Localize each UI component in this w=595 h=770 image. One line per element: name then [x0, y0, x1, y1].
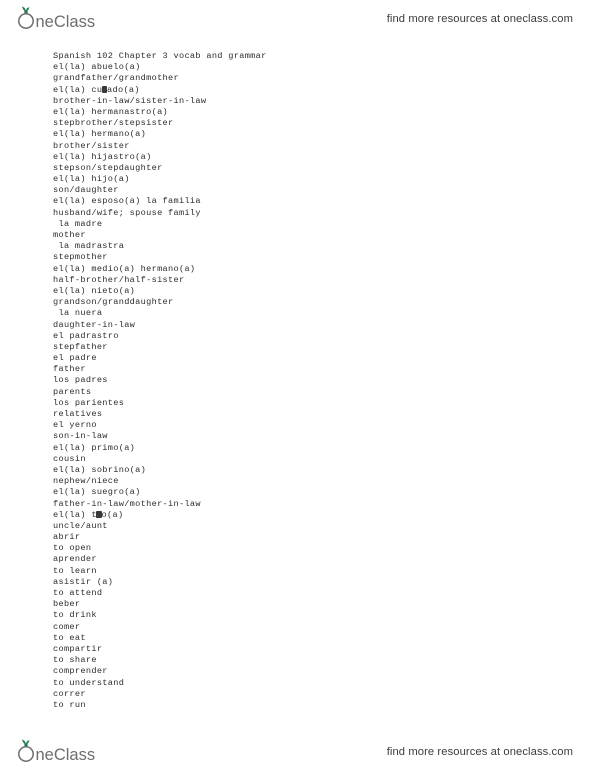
document-text-line: el(la) abuelo(a)	[53, 62, 141, 73]
sprout-leaf-icon	[22, 6, 30, 14]
document-text-line: el(la) medio(a) hermano(a)	[53, 263, 196, 274]
sprout-leaf-icon	[22, 739, 30, 747]
footer-promo-text: find more resources at oneclass.com	[386, 746, 573, 758]
document-text-line: la madre	[53, 218, 103, 229]
document-text-line: stepbrother/stepsister	[53, 118, 174, 129]
document-text-line: husband/wife; spouse family	[53, 207, 201, 218]
document-text-line: el padrastro	[53, 330, 119, 341]
header-promo-text: find more resources at oneclass.com	[386, 13, 573, 25]
document-text-line: mother	[53, 230, 86, 240]
document-text-line: parents	[53, 386, 92, 397]
svg-text:neClass: neClass	[36, 13, 96, 31]
document-text-line: la madrastra	[53, 241, 125, 252]
document-text-line: beber	[53, 599, 81, 610]
document-text-line: son-in-law	[53, 431, 108, 442]
document-text-line: abrir	[53, 532, 81, 543]
document-text-line: el padre	[53, 353, 97, 364]
document-text-line: father-in-law/mother-in-law	[53, 498, 201, 509]
document-text-line: to drink	[53, 610, 97, 621]
document-text-line: la nuera	[53, 308, 103, 319]
document-text-line: to understand	[53, 677, 125, 688]
svg-text:neClass: neClass	[36, 746, 96, 764]
document-text-line: son/daughter	[53, 185, 119, 196]
document-text-line: el(la) hijo(a)	[53, 174, 130, 185]
page-footer: neClass find more resources at oneclass.…	[0, 735, 595, 769]
document-text-line: nephew/niece	[53, 476, 119, 487]
document-text-line: to attend	[53, 588, 103, 598]
document-text-line: el(la) t o(a)	[53, 509, 124, 520]
document-text-line: to eat	[53, 632, 86, 643]
missing-glyph-icon	[101, 85, 108, 93]
document-text-line: correr	[53, 688, 86, 699]
document-text-line: brother-in-law/sister-in-law	[53, 95, 207, 106]
document-text-line: el(la) esposo(a) la familia	[53, 196, 201, 207]
document-title-line: Spanish 102 Chapter 3 vocab and grammar	[53, 51, 267, 61]
missing-glyph-icon	[96, 510, 102, 518]
document-text-line: los padres	[53, 375, 108, 386]
document-text-line: aprender	[53, 554, 97, 565]
document-text-line: daughter-in-law	[53, 319, 136, 330]
document-text-line: el(la) hermanastro(a)	[53, 106, 169, 117]
oneclass-logo-header[interactable]: neClass	[14, 6, 126, 32]
document-text-line: compartir	[53, 643, 103, 654]
document-text-line: el(la) nieto(a)	[53, 285, 136, 296]
document-text-line: grandson/granddaughter	[53, 297, 174, 308]
document-text-line: half-brother/half-sister	[53, 274, 185, 285]
page-header: neClass find more resources at oneclass.…	[0, 2, 595, 36]
document-text-line: comer	[53, 621, 81, 632]
document-text-block: Spanish 102 Chapter 3 vocab and grammar e…	[53, 51, 553, 711]
document-text-line: asistir (a)	[53, 576, 114, 587]
document-text-line: to share	[53, 655, 97, 666]
document-text-line: el(la) hijastro(a)	[53, 151, 152, 162]
document-text-line: el(la) sobrino(a)	[53, 464, 147, 475]
document-text-line: relatives	[53, 409, 103, 419]
document-text-line: uncle/aunt	[53, 520, 108, 531]
document-text-line: stepfather	[53, 341, 108, 352]
document-text-line: to learn	[53, 565, 97, 576]
document-text-line: stepson/stepdaughter	[53, 162, 163, 173]
document-text-line: comprender	[53, 666, 108, 677]
document-text-line: el(la) hermano(a)	[53, 129, 147, 140]
document-text-line: cousin	[53, 453, 86, 464]
document-text-line: father	[53, 364, 86, 375]
document-text-line: to run	[53, 699, 86, 710]
oneclass-logo-footer[interactable]: neClass	[14, 739, 126, 765]
document-text-line: el(la) suegro(a)	[53, 487, 141, 498]
document-text-line: el(la) primo(a)	[53, 442, 136, 453]
document-text-line: el yerno	[53, 420, 97, 431]
document-text-line: grandfather/grandmother	[53, 73, 179, 84]
document-text-line: el(la) cu ado(a)	[53, 84, 140, 95]
document-text-line: brother/sister	[53, 140, 130, 151]
document-text-line: stepmother	[53, 252, 108, 263]
document-page: neClass find more resources at oneclass.…	[0, 0, 595, 770]
document-text-line: to open	[53, 543, 92, 554]
document-text-line: los parientes	[53, 397, 125, 408]
